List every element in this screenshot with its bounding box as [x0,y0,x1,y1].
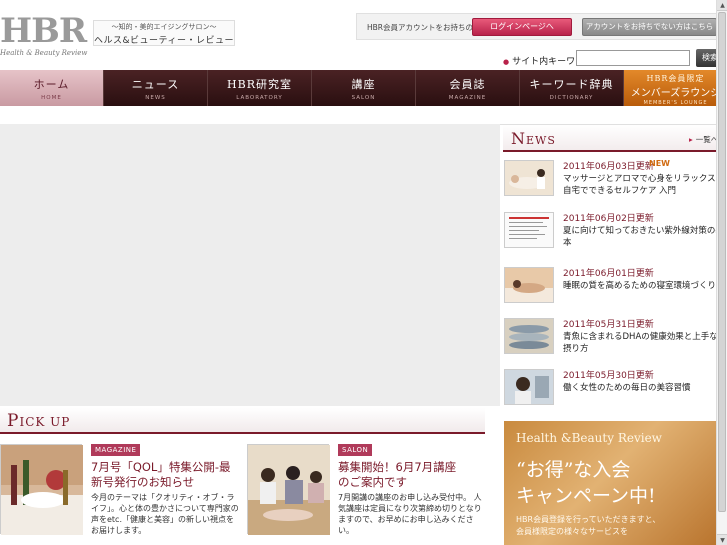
news-item[interactable]: 2011年06月03日更新 NEW マッサージとアロマで心身をリラックス、自宅で… [503,158,727,210]
news-heading: NEWS 一覧へ [503,125,727,152]
nav-home[interactable]: ホーム HOME [0,70,104,106]
news-date: 2011年06月02日更新 [563,214,654,224]
banner-brand: Health &Beauty Review [516,431,662,445]
vertical-scrollbar[interactable]: ▲ ▼ [716,0,727,545]
nav-news-sub: NEWS [145,95,166,101]
pickup-title[interactable]: 7月号「QOL」特集公開-最新号発行のお知らせ [91,460,239,490]
news-thumbnail[interactable] [504,160,554,196]
account-bar: HBR会員アカウントをお持ちの方 ログインページへ アカウントをお持ちでない方は… [356,13,727,40]
main-visual-area [0,124,500,406]
page: HBR Health & Beauty Review 〜知的・美的エイジングサロ… [0,0,727,545]
news-thumbnail[interactable] [504,369,554,405]
nav-dictionary-label: キーワード辞典 [529,78,614,91]
nav-home-label: ホーム [33,78,70,91]
news-heading-text: NEWS [511,129,556,148]
pickup-body: 今月のテーマは「クオリティ・オブ・ライフ」。心と体の豊かさについて専門家の声をe… [91,493,239,535]
news-title[interactable]: 働く女性のための毎日の美容習慣 [563,382,725,394]
nav-laboratory-sub: LABORATORY [236,95,283,101]
tagline-top: 〜知的・美的エイジングサロン〜 [111,23,217,31]
news-item[interactable]: 2011年06月01日更新 睡眠の質を高めるための寝室環境づくり [503,265,727,317]
news-more-link[interactable]: 一覧へ [689,134,719,145]
pickup-heading-text: PICK UP [7,411,71,431]
nav-members-lounge[interactable]: HBR会員限定 メンバーズラウンジ MEMBER'S LOUNGE [624,70,727,106]
dining-photo [1,445,83,535]
bullet-icon: ● [503,58,510,66]
banner-headline-2: キャンペーン中! [516,485,656,507]
pickup-heading: PICK UP [0,408,485,434]
scroll-down-arrow-icon[interactable]: ▼ [717,534,727,545]
pickup-body: 7月開講の講座のお申し込み受付中。 人気講座は定員になり次第締め切りとなりますの… [338,493,482,535]
nav-member-top: HBR会員限定 [646,74,705,83]
nav-news[interactable]: ニュース NEWS [104,70,208,106]
logo-subtitle: Health & Beauty Review [0,49,88,57]
site-tagline: 〜知的・美的エイジングサロン〜 ヘルス&ビューティー・レビュー [93,20,235,46]
news-title[interactable]: 夏に向けて知っておきたい紫外線対策の基本 [563,225,725,249]
scroll-thumb[interactable] [718,12,726,512]
register-button[interactable]: アカウントをお持ちでない方はこちら [582,18,717,36]
news-item[interactable]: 2011年05月31日更新 青魚に含まれるDHAの健康効果と上手な摂り方 [503,316,727,368]
account-question: HBR会員アカウントをお持ちの方 [367,23,481,32]
nav-magazine-sub: MAGAZINE [448,95,487,101]
pickup-tag: SALON [338,444,373,456]
membership-campaign-banner[interactable]: Health &Beauty Review “お得”な入会 キャンペーン中! H… [504,421,727,545]
new-badge: NEW [649,159,670,168]
nav-magazine-label: 会員誌 [449,78,486,91]
nav-news-label: ニュース [131,78,180,91]
pickup-image[interactable] [247,444,330,535]
nav-member-label: メンバーズラウンジ [630,88,721,99]
nav-salon[interactable]: 講座 SALON [312,70,416,106]
pickup-image[interactable] [0,444,83,535]
search-input[interactable] [576,50,690,66]
news-date: 2011年06月01日更新 [563,269,654,279]
news-title[interactable]: マッサージとアロマで心身をリラックス、自宅でできるセルフケア 入門 [563,173,725,197]
logo-text: HBR [0,11,87,51]
scroll-up-arrow-icon[interactable]: ▲ [717,0,727,11]
tagline-main: ヘルス&ビューティー・レビュー [94,36,234,46]
nav-laboratory[interactable]: HBR研究室 LABORATORY [208,70,312,106]
nav-dictionary[interactable]: キーワード辞典 DICTIONARY [520,70,624,106]
news-thumbnail[interactable] [504,267,554,303]
nav-magazine[interactable]: 会員誌 MAGAZINE [416,70,520,106]
site-logo[interactable]: HBR Health & Beauty Review [0,11,88,60]
pickup-card-salon[interactable]: SALON 募集開始！6月7月講座のご案内です 7月開講の講座のお申し込み受付中… [247,444,487,544]
nav-salon-sub: SALON [351,95,376,101]
pickup-card-magazine[interactable]: MAGAZINE 7月号「QOL」特集公開-最新号発行のお知らせ 今月のテーマは… [0,444,240,544]
news-item[interactable]: 2011年05月30日更新 働く女性のための毎日の美容習慣 [503,367,727,419]
news-title[interactable]: 睡眠の質を高めるための寝室環境づくり [563,280,725,292]
nav-home-sub: HOME [41,95,62,101]
news-date: 2011年05月30日更新 [563,371,654,381]
class-photo [248,445,330,535]
news-date: 2011年05月31日更新 [563,320,654,330]
news-date: 2011年06月03日更新 [563,162,654,172]
nav-spacer [0,106,727,124]
banner-headline: “お得”な入会 [516,459,631,481]
nav-laboratory-label: HBR研究室 [227,78,292,91]
pickup-tag: MAGAZINE [91,444,141,456]
nav-salon-label: 講座 [351,78,376,91]
banner-text: HBR会員登録を行っていただきますと、 会員様限定の様々なサービスを [516,515,661,536]
news-item[interactable]: 2011年06月02日更新 夏に向けて知っておきたい紫外線対策の基本 [503,210,727,262]
nav-dictionary-sub: DICTIONARY [549,95,594,101]
news-title[interactable]: 青魚に含まれるDHAの健康効果と上手な摂り方 [563,331,725,355]
news-thumbnail[interactable] [504,212,554,248]
login-button[interactable]: ログインページへ [472,18,572,36]
pickup-title[interactable]: 募集開始！6月7月講座のご案内です [338,460,458,490]
news-thumbnail[interactable] [504,318,554,354]
global-nav: ホーム HOME ニュース NEWS HBR研究室 LABORATORY 講座 … [0,70,727,106]
